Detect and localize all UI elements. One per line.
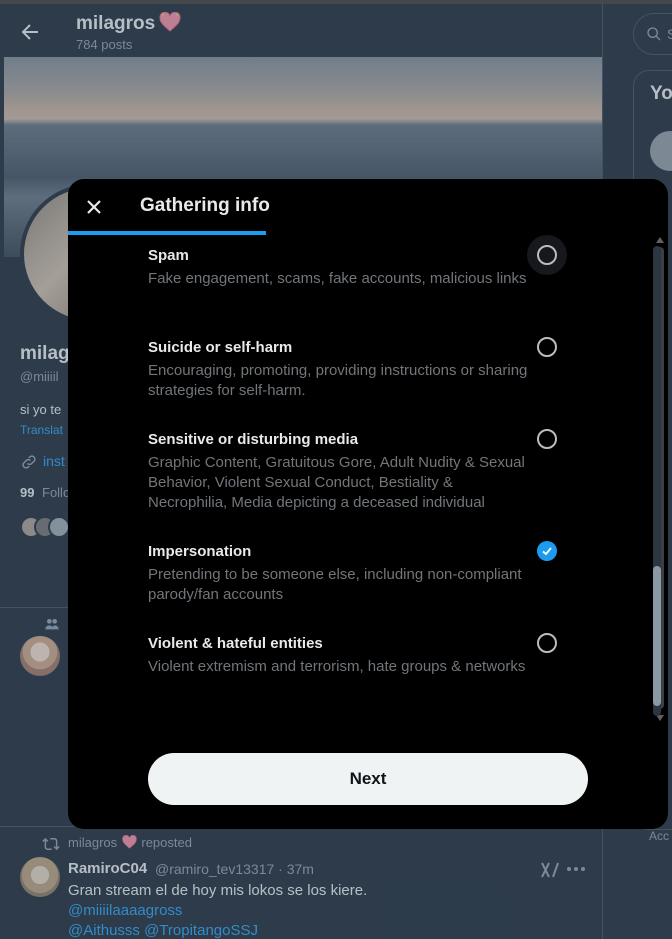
next-button[interactable]: Next <box>148 753 588 805</box>
option-description: Pretending to be someone else, including… <box>148 566 522 603</box>
option-title: Impersonation <box>148 543 252 560</box>
option-description: Fake engagement, scams, fake accounts, m… <box>148 270 527 287</box>
report-dialog: Gathering info Spam Fake engagement, sca… <box>68 179 668 829</box>
option-title: Sensitive or disturbing media <box>148 431 359 448</box>
option-description: Encouraging, promoting, providing instru… <box>148 362 528 399</box>
option-title: Suicide or self-harm <box>148 339 293 356</box>
dialog-title: Gathering info <box>140 195 270 216</box>
report-options-list: Spam Fake engagement, scams, fake accoun… <box>68 235 668 735</box>
page-scrollbar[interactable] <box>650 236 664 726</box>
radio-button[interactable] <box>537 633 557 653</box>
radio-button[interactable] <box>537 429 557 449</box>
scrollbar-thumb[interactable] <box>653 566 661 706</box>
option-title: Spam <box>148 247 189 264</box>
option-title: Violent & hateful entities <box>148 635 323 652</box>
close-icon[interactable] <box>80 193 108 221</box>
option-description: Graphic Content, Gratuitous Gore, Adult … <box>148 454 525 511</box>
option-description: Violent extremism and terrorism, hate gr… <box>148 658 526 675</box>
checkmark-icon <box>542 547 552 556</box>
radio-button[interactable] <box>537 337 557 357</box>
radio-button-checked[interactable] <box>537 541 557 561</box>
radio-button[interactable] <box>537 245 557 265</box>
